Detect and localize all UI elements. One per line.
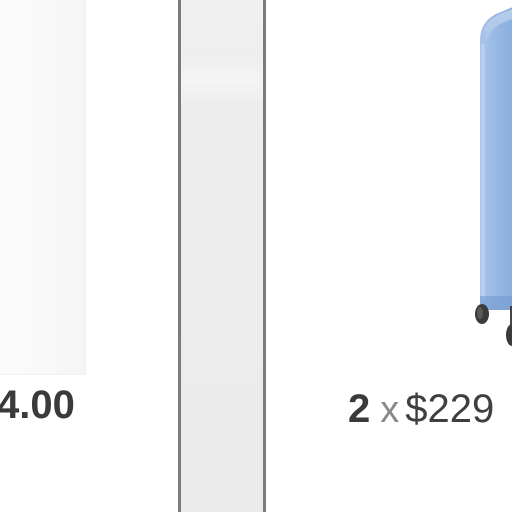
line-total-left: 4.00 <box>0 383 75 427</box>
cabinet-edge <box>481 44 485 300</box>
separator-highlight <box>181 55 263 105</box>
unit-price: $229 <box>405 387 495 431</box>
multiply-sign: x <box>380 389 400 431</box>
card-separator <box>178 0 266 512</box>
line-quantity-price: 2 x $229 <box>348 389 494 429</box>
product-thumbnail-right[interactable] <box>470 0 512 360</box>
caster-right <box>506 324 512 346</box>
cart-viewport: 4.00 2 x $229 <box>0 0 512 512</box>
quantity-value: 2 <box>348 387 371 431</box>
product-thumbnail-left[interactable] <box>0 0 86 375</box>
